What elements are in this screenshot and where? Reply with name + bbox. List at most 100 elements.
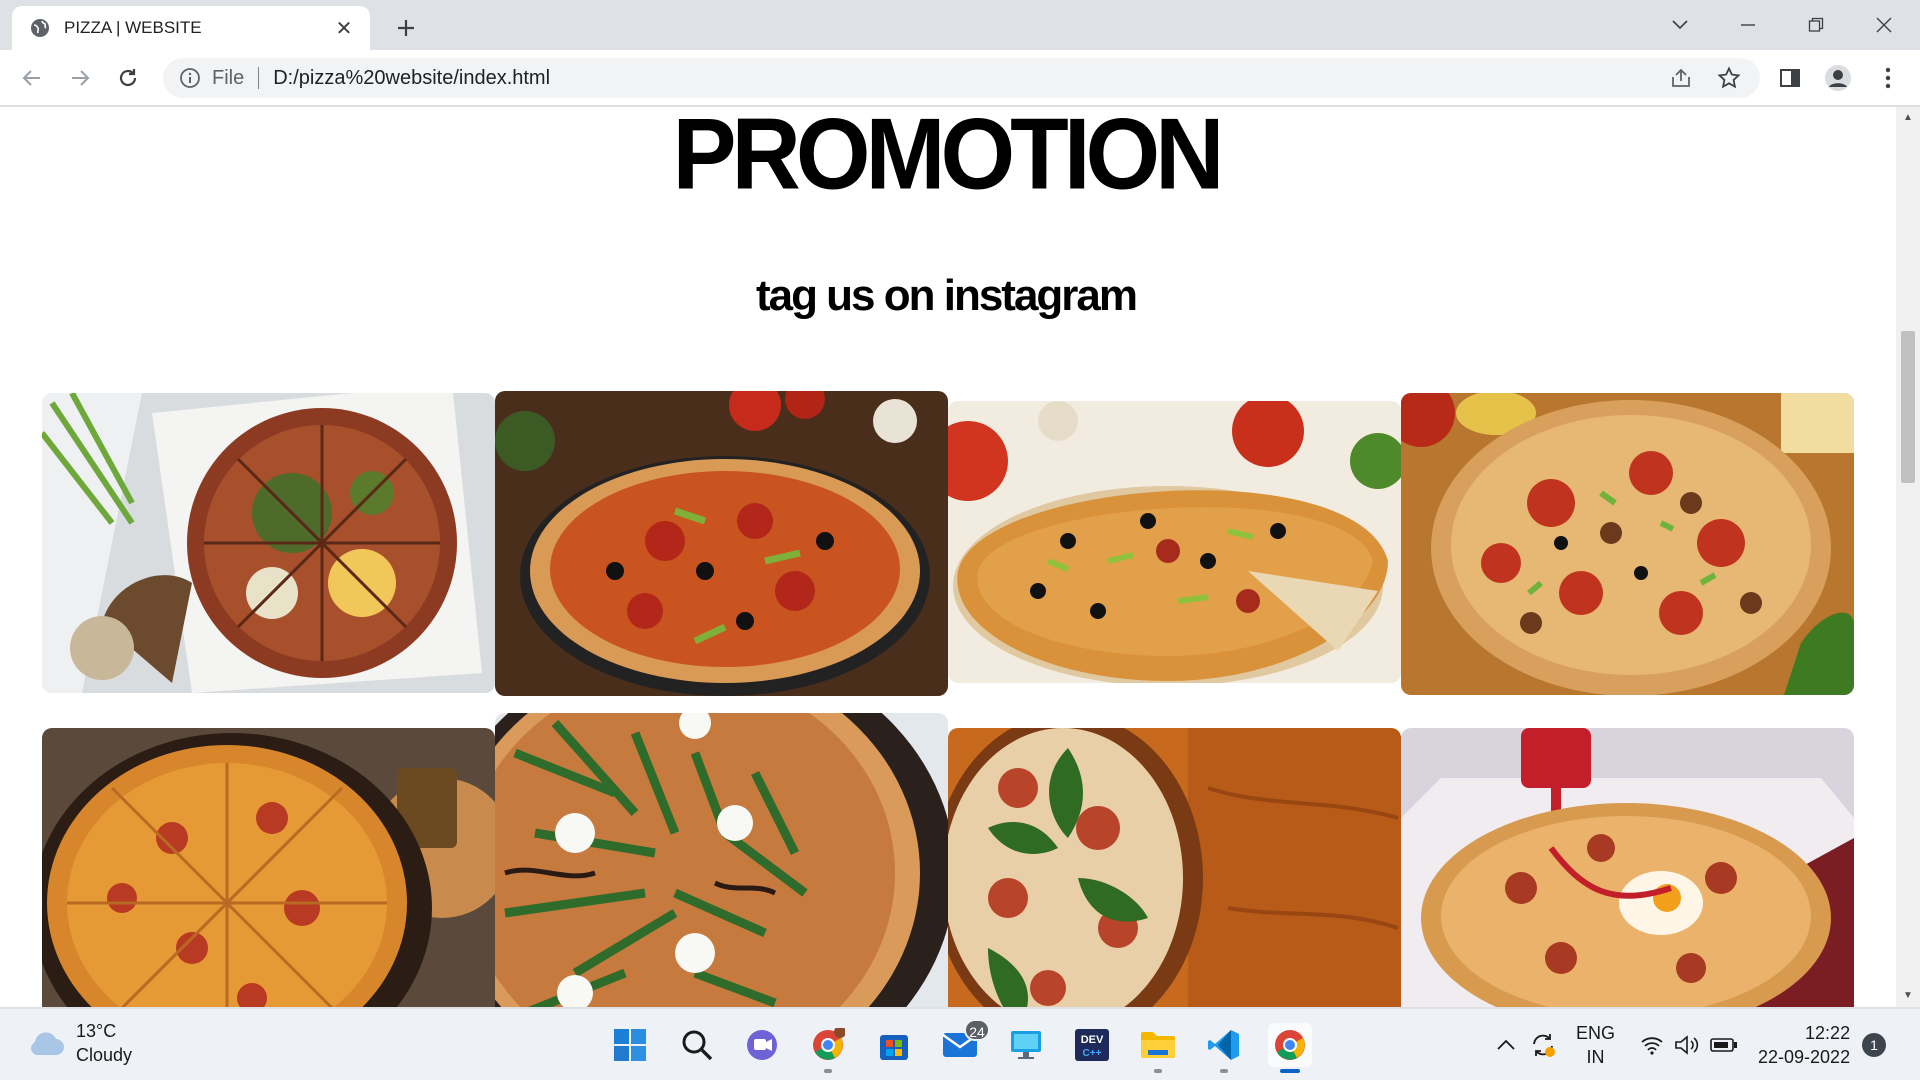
avatar-icon [1825,65,1851,91]
tab-strip: PIZZA | WEBSITE ✕ [0,0,1920,50]
chevron-down-icon [1672,20,1688,30]
globe-icon [30,18,50,38]
region-code: IN [1586,1047,1605,1067]
menu-button[interactable] [1872,62,1904,94]
chrome-profile-button[interactable] [806,1023,850,1073]
gallery-image-3[interactable] [948,401,1401,683]
file-explorer-button[interactable] [1136,1023,1180,1073]
chrome-icon [1275,1030,1305,1060]
side-panel-icon [1780,69,1800,87]
mail-button[interactable]: 24 [938,1019,990,1067]
sync-icon [1533,1034,1555,1057]
separator [258,67,260,89]
start-button[interactable] [608,1023,652,1067]
reload-button[interactable] [112,62,144,94]
weather-widget[interactable]: 13°C Cloudy [26,1019,132,1067]
running-indicator [824,1069,832,1073]
browser-toolbar: File D:/pizza%20website/index.html [0,50,1920,106]
tab-search-button[interactable] [1660,8,1700,42]
address-bar[interactable]: File D:/pizza%20website/index.html [163,58,1760,98]
gallery-image-5[interactable] [42,728,495,1007]
teams-chat-button[interactable] [740,1023,784,1067]
scroll-up-icon[interactable]: ▲ [1902,113,1914,123]
network-volume-battery[interactable] [1640,1009,1738,1080]
share-icon[interactable] [1665,62,1697,94]
language-indicator[interactable]: ENG IN [1576,1009,1615,1080]
remote-desktop-button[interactable] [1004,1023,1048,1067]
arrow-right-icon [72,70,90,86]
volume-icon [1675,1035,1699,1055]
plus-icon [398,20,414,36]
close-icon [1876,17,1892,33]
pizza-image [1401,728,1854,1007]
pizza-image [495,713,948,1007]
promotion-heading: PROMOTION [672,107,1225,211]
pizza-image [495,391,948,696]
gallery-image-7[interactable] [948,728,1401,1007]
search-button[interactable] [675,1023,719,1067]
forward-button[interactable] [64,62,96,94]
url-text[interactable]: D:/pizza%20website/index.html [273,67,550,90]
active-indicator [1280,1069,1300,1073]
clock[interactable]: 12:22 22-09-2022 [1758,1009,1850,1080]
chevron-up-icon [1497,1039,1515,1050]
mail-badge: 24 [964,1019,990,1041]
vscode-icon [1208,1030,1239,1060]
svg-text:DEV: DEV [1081,1034,1104,1046]
page-viewport: PROMOTION tag us on instagram [0,107,1920,1007]
dev-cpp-button[interactable]: DEV C++ [1070,1023,1114,1067]
side-panel-button[interactable] [1774,62,1806,94]
profile-button[interactable] [1822,62,1854,94]
reload-icon [119,69,137,87]
gallery-image-1[interactable] [42,393,495,693]
pizza-image [42,393,495,693]
sync-button[interactable] [1530,1009,1556,1080]
info-icon[interactable] [178,66,202,90]
language-code: ENG [1576,1023,1616,1043]
pizza-image [42,728,495,1007]
gallery-image-2[interactable] [495,391,948,696]
windows-logo-icon [614,1029,646,1061]
chrome-button[interactable] [1268,1023,1312,1073]
tray-overflow-button[interactable] [1496,1009,1516,1080]
scheme-label: File [212,66,245,89]
clock-time: 12:22 [1805,1023,1851,1043]
star-icon[interactable] [1713,62,1745,94]
minimize-icon [1741,24,1755,26]
pizza-image [948,401,1401,683]
instagram-heading: tag us on instagram [755,271,1138,320]
arrow-left-icon [22,70,40,86]
back-button[interactable] [16,62,48,94]
pizza-image [1401,393,1854,695]
page-scrollbar[interactable]: ▲ ▼ [1896,107,1920,1007]
notification-badge[interactable]: 1 [1862,1033,1886,1057]
close-window-button[interactable] [1864,8,1904,42]
wifi-icon [1641,1037,1663,1055]
running-indicator [1220,1069,1228,1073]
store-icon [880,1035,908,1060]
chrome-icon [813,1028,845,1060]
new-tab-button[interactable] [390,12,422,44]
kebab-menu-icon [1885,67,1891,89]
svg-text:C++: C++ [1083,1048,1102,1059]
restore-button[interactable] [1796,8,1836,42]
minimize-button[interactable] [1728,8,1768,42]
monitor-icon [1011,1031,1041,1059]
restore-icon [1808,17,1824,32]
battery-icon [1710,1038,1737,1052]
gallery-image-6[interactable] [495,713,948,1007]
chat-icon [747,1030,777,1060]
pizza-image [948,728,1401,1007]
folder-icon [1141,1032,1175,1058]
clock-date: 22-09-2022 [1758,1047,1851,1067]
scrollbar-thumb[interactable] [1901,331,1915,483]
store-button[interactable] [872,1023,916,1067]
close-tab-icon[interactable]: ✕ [332,16,356,40]
scroll-down-icon[interactable]: ▼ [1902,991,1914,1001]
search-icon [682,1030,713,1061]
vscode-button[interactable] [1202,1023,1246,1073]
gallery-image-8[interactable] [1401,728,1854,1007]
gallery-image-4[interactable] [1401,393,1854,695]
browser-tab[interactable]: PIZZA | WEBSITE ✕ [12,6,370,50]
dev-cpp-icon: DEV C++ [1075,1029,1109,1061]
